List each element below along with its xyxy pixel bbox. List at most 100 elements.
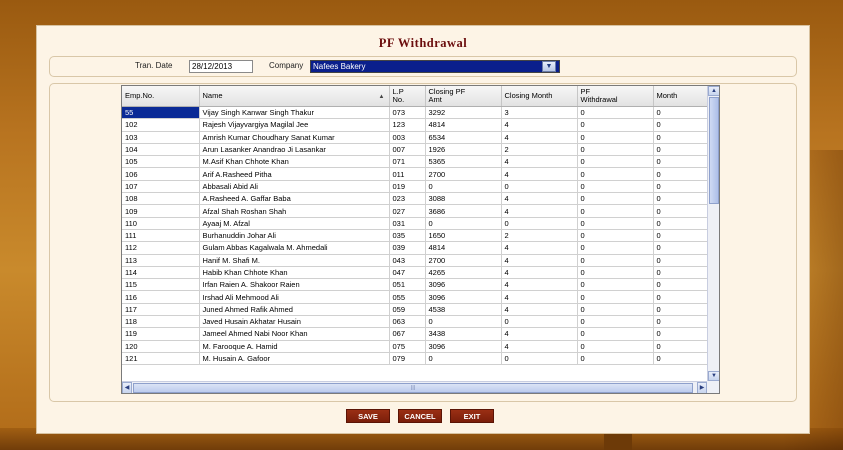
table-cell[interactable]: 118 <box>122 315 200 329</box>
table-cell[interactable]: 105 <box>122 155 200 169</box>
table-cell[interactable]: 4814 <box>425 118 502 132</box>
table-cell[interactable]: 0 <box>501 217 578 230</box>
table-cell[interactable]: 0 <box>653 327 708 341</box>
table-cell[interactable]: 4 <box>501 131 578 144</box>
vertical-scroll-thumb[interactable] <box>709 97 719 204</box>
table-row[interactable]: 103 Amrish Kumar Choudhary Sanat Kumar 003… <box>122 131 708 144</box>
company-dropdown-button[interactable]: ▼ <box>542 61 556 72</box>
table-cell[interactable]: 0 <box>501 352 578 366</box>
table-cell[interactable]: 0 <box>577 290 654 304</box>
table-cell[interactable]: 0 <box>425 217 502 230</box>
table-cell[interactable]: 0 <box>577 229 654 243</box>
table-cell[interactable]: 0 <box>653 217 708 230</box>
table-cell[interactable]: 4 <box>501 303 578 317</box>
table-cell[interactable]: Burhanuddin Johar Ali <box>199 229 390 243</box>
table-cell[interactable]: 0 <box>577 106 654 120</box>
table-cell[interactable]: 112 <box>122 241 200 255</box>
table-cell[interactable]: 121 <box>122 352 200 366</box>
table-cell[interactable]: 0 <box>653 192 708 206</box>
table-cell[interactable]: 114 <box>122 266 200 280</box>
table-cell[interactable]: Amrish Kumar Choudhary Sanat Kumar <box>199 131 390 144</box>
table-cell[interactable]: 0 <box>577 217 654 230</box>
table-cell[interactable]: 0 <box>653 315 708 329</box>
table-cell[interactable]: 115 <box>122 278 200 292</box>
table-cell[interactable]: 0 <box>577 131 654 144</box>
table-cell[interactable]: 0 <box>425 352 502 366</box>
table-cell[interactable]: 011 <box>389 167 426 181</box>
table-cell[interactable]: 4 <box>501 118 578 132</box>
table-row[interactable]: 55 Vijay Singh Kanwar Singh Thakur 073 3292… <box>122 106 708 120</box>
table-cell[interactable]: Jameel Ahmed Nabi Noor Khan <box>199 327 390 341</box>
table-cell[interactable]: 120 <box>122 340 200 353</box>
table-row[interactable]: 113 Hanif M. Shafi M. 043 2700 4 0 0 <box>122 254 708 267</box>
table-cell[interactable]: 107 <box>122 180 200 194</box>
table-cell[interactable]: A.Rasheed A. Gaffar Baba <box>199 192 390 206</box>
table-cell[interactable]: 3292 <box>425 106 502 120</box>
table-cell[interactable]: 3 <box>501 106 578 120</box>
table-row[interactable]: 107 Abbasali Abid Ali 019 0 0 0 0 <box>122 180 708 194</box>
table-cell[interactable]: 019 <box>389 180 426 194</box>
table-cell[interactable]: Juned Ahmed Rafik Ahmed <box>199 303 390 317</box>
table-cell[interactable]: 043 <box>389 254 426 267</box>
table-cell[interactable]: 073 <box>389 106 426 120</box>
table-cell[interactable]: Gulam Abbas Kagalwala M. Ahmedali <box>199 241 390 255</box>
table-cell[interactable]: 0 <box>577 303 654 317</box>
table-cell[interactable]: 0 <box>425 315 502 329</box>
table-cell[interactable]: 3686 <box>425 204 502 218</box>
table-cell[interactable]: 079 <box>389 352 426 366</box>
table-cell[interactable]: 4 <box>501 290 578 304</box>
table-row[interactable]: 109 Afzal Shah Roshan Shah 027 3686 4 0 0 <box>122 204 708 218</box>
table-cell[interactable]: 0 <box>577 315 654 329</box>
table-cell[interactable]: Abbasali Abid Ali <box>199 180 390 194</box>
table-cell[interactable]: 035 <box>389 229 426 243</box>
table-cell[interactable]: 4538 <box>425 303 502 317</box>
table-cell[interactable]: 2 <box>501 229 578 243</box>
table-row[interactable]: 119 Jameel Ahmed Nabi Noor Khan 067 3438 4 0 0 <box>122 327 708 341</box>
table-cell[interactable]: Irfan Raien A. Shakoor Raien <box>199 278 390 292</box>
table-cell[interactable]: 027 <box>389 204 426 218</box>
table-cell[interactable]: 110 <box>122 217 200 230</box>
table-row[interactable]: 114 Habib Khan Chhote Khan 047 4265 4 0 0 <box>122 266 708 280</box>
table-cell[interactable]: 007 <box>389 143 426 157</box>
table-cell[interactable]: 0 <box>577 352 654 366</box>
save-button[interactable]: SAVE <box>346 409 390 423</box>
table-cell[interactable]: 0 <box>577 340 654 353</box>
table-row[interactable]: 104 Arun Lasanker Anandrao Ji Lasankar 007… <box>122 143 708 157</box>
table-cell[interactable]: M. Farooque A. Hamid <box>199 340 390 353</box>
table-cell[interactable]: 0 <box>577 192 654 206</box>
table-cell[interactable]: 119 <box>122 327 200 341</box>
table-cell[interactable]: Hanif M. Shafi M. <box>199 254 390 267</box>
table-cell[interactable]: 4 <box>501 155 578 169</box>
table-cell[interactable]: Afzal Shah Roshan Shah <box>199 204 390 218</box>
table-cell[interactable]: 108 <box>122 192 200 206</box>
table-cell[interactable]: 0 <box>425 180 502 194</box>
table-cell[interactable]: 106 <box>122 167 200 181</box>
table-cell[interactable]: 0 <box>577 155 654 169</box>
table-row[interactable]: 111 Burhanuddin Johar Ali 035 1650 2 0 0 <box>122 229 708 243</box>
table-cell[interactable]: 071 <box>389 155 426 169</box>
table-cell[interactable]: 4 <box>501 167 578 181</box>
table-row[interactable]: 112 Gulam Abbas Kagalwala M. Ahmedali 039 4… <box>122 241 708 255</box>
table-cell[interactable]: 0 <box>653 167 708 181</box>
table-row[interactable]: 121 M. Husain A. Gafoor 079 0 0 0 0 <box>122 352 708 366</box>
table-cell[interactable]: 075 <box>389 340 426 353</box>
horizontal-scroll-thumb[interactable]: ||| <box>133 383 693 393</box>
table-cell[interactable]: 3438 <box>425 327 502 341</box>
table-cell[interactable]: 111 <box>122 229 200 243</box>
table-cell[interactable]: 0 <box>501 315 578 329</box>
table-row[interactable]: 106 Arif A.Rasheed Pitha 011 2700 4 0 0 <box>122 167 708 181</box>
table-cell[interactable]: 055 <box>389 290 426 304</box>
table-cell[interactable]: 003 <box>389 131 426 144</box>
table-cell[interactable]: Vijay Singh Kanwar Singh Thakur <box>199 106 390 120</box>
table-cell[interactable]: 6534 <box>425 131 502 144</box>
scroll-right-icon[interactable]: ▶ <box>697 382 707 393</box>
table-cell[interactable]: 4 <box>501 327 578 341</box>
tran-date-input[interactable]: 28/12/2013 <box>189 60 253 73</box>
table-cell[interactable]: 0 <box>653 290 708 304</box>
table-cell[interactable]: 039 <box>389 241 426 255</box>
table-cell[interactable]: 0 <box>501 180 578 194</box>
table-cell[interactable]: 0 <box>577 254 654 267</box>
table-cell[interactable]: 047 <box>389 266 426 280</box>
table-cell[interactable]: 4 <box>501 340 578 353</box>
exit-button[interactable]: EXIT <box>450 409 494 423</box>
